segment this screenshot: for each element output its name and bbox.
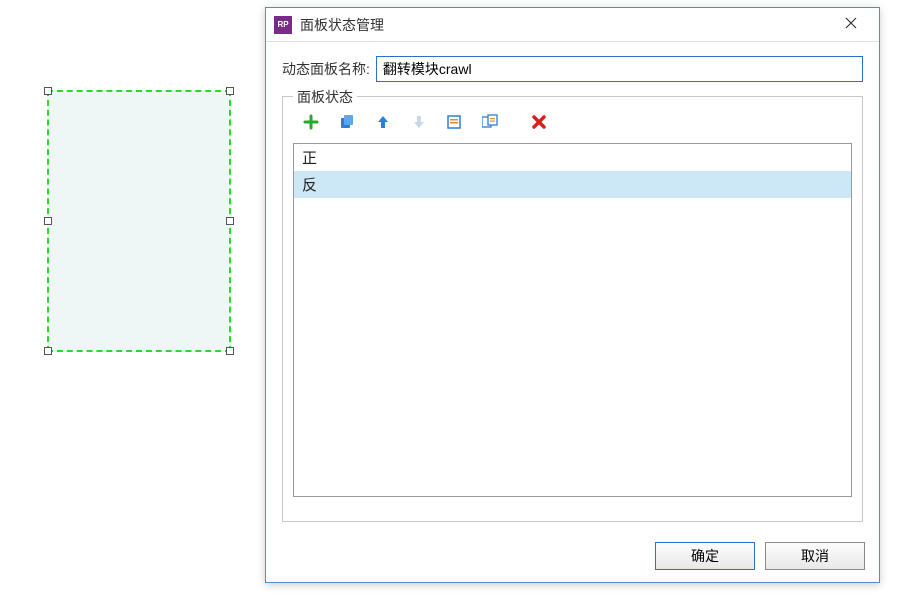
edit-state-button[interactable] [445,113,465,133]
panel-name-input[interactable] [376,56,863,82]
add-icon [303,114,319,133]
state-toolbar [293,107,852,143]
close-icon [845,16,857,34]
panel-states-fieldset: 面板状态 [282,96,863,522]
state-row[interactable]: 正 [294,144,851,171]
ok-button[interactable]: 确定 [655,542,755,570]
add-state-button[interactable] [301,113,321,133]
arrow-down-icon [411,114,427,133]
edit-states-icon [447,114,463,133]
edit-all-icon [482,114,500,133]
dialog-body: 动态面板名称: 面板状态 [266,42,879,532]
resize-handle-bl[interactable] [44,347,52,355]
resize-handle-mr[interactable] [226,217,234,225]
delete-state-button[interactable] [529,113,549,133]
fieldset-legend: 面板状态 [293,87,357,107]
dynamic-panel-selection[interactable] [47,90,231,352]
edit-all-states-button[interactable] [481,113,501,133]
resize-handle-ml[interactable] [44,217,52,225]
move-down-button[interactable] [409,113,429,133]
duplicate-state-button[interactable] [337,113,357,133]
arrow-up-icon [375,114,391,133]
resize-handle-tl[interactable] [44,87,52,95]
close-button[interactable] [831,11,871,39]
state-row[interactable]: 反 [294,171,851,198]
panel-name-label: 动态面板名称: [282,59,370,79]
resize-handle-br[interactable] [226,347,234,355]
duplicate-icon [339,114,355,133]
dialog-title: 面板状态管理 [300,15,831,35]
dialog-footer: 确定 取消 [655,542,865,570]
panel-name-row: 动态面板名称: [282,56,863,82]
titlebar: RP 面板状态管理 [266,8,879,42]
cancel-button[interactable]: 取消 [765,542,865,570]
state-list[interactable]: 正反 [293,143,852,497]
panel-state-manager-dialog: RP 面板状态管理 动态面板名称: 面板状态 [265,7,880,583]
delete-icon [531,114,547,133]
resize-handle-tr[interactable] [226,87,234,95]
app-icon: RP [274,16,292,34]
move-up-button[interactable] [373,113,393,133]
